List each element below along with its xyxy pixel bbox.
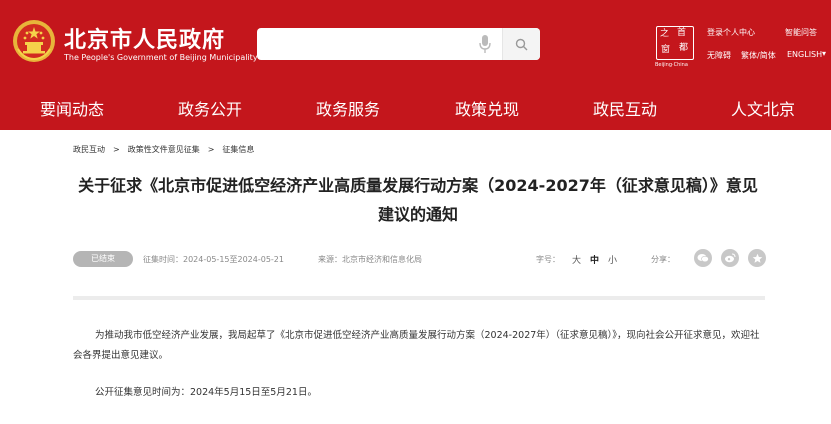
breadcrumb-item-collection-info[interactable]: 征集信息 <box>222 145 254 154</box>
breadcrumb-item-policy-docs[interactable]: 政策性文件意见征集 <box>128 145 200 154</box>
font-size-label: 字号： <box>536 255 560 264</box>
status-badge: 已结束 <box>73 251 133 267</box>
article-source: 来源：北京市经济和信息化局 <box>318 254 422 265</box>
article-title: 关于征求《北京市促进低空经济产业高质量发展行动方案（2024-2027年（征求意… <box>78 176 758 224</box>
collection-period-label: 征集时间： <box>143 255 183 264</box>
english-dropdown-icon[interactable]: ▾ <box>822 49 826 58</box>
font-size-small[interactable]: 小 <box>608 253 617 266</box>
nav-item-culture[interactable]: 人文北京 <box>731 89 795 130</box>
site-subtitle: The People's Government of Beijing Munic… <box>64 53 258 62</box>
content-divider <box>73 296 765 300</box>
trad-simp-link[interactable]: 繁体/简体 <box>741 50 776 61</box>
capital-logo-caption: Beijing·China <box>655 62 688 68</box>
capital-logo-char-3: 都 <box>679 43 689 53</box>
share-label: 分享： <box>651 255 675 264</box>
breadcrumb: 政民互动 > 政策性文件意见征集 > 征集信息 <box>73 144 254 155</box>
collection-period-value: 2024-05-15至2024-05-21 <box>183 255 284 264</box>
search-icon <box>515 38 528 50</box>
nav-item-gov-services[interactable]: 政务服务 <box>316 89 380 130</box>
font-size-large[interactable]: 大 <box>572 253 581 266</box>
collection-period: 征集时间：2024-05-15至2024-05-21 <box>143 254 284 265</box>
breadcrumb-item-interaction[interactable]: 政民互动 <box>73 145 105 154</box>
article-paragraph-2: 公开征集意见时间为：2024年5月15日至5月21日。 <box>95 387 317 398</box>
weibo-icon[interactable] <box>721 249 739 267</box>
search-input[interactable] <box>257 28 467 60</box>
capital-logo-char-1: 之 <box>660 29 670 39</box>
capital-window-logo[interactable]: 之 首 都 窗 <box>656 26 694 60</box>
capital-logo-char-2: 首 <box>677 28 687 38</box>
site-title[interactable]: 北京市人民政府 <box>64 22 225 54</box>
english-link[interactable]: ENGLISH <box>787 50 822 59</box>
capital-logo-char-4: 窗 <box>661 45 671 55</box>
national-emblem-icon[interactable] <box>12 19 56 63</box>
accessible-link[interactable]: 无障碍 <box>707 50 731 61</box>
nav-item-policy[interactable]: 政策兑现 <box>455 89 519 130</box>
smart-qa-link[interactable]: 智能问答 <box>785 27 817 38</box>
nav-item-interaction[interactable]: 政民互动 <box>593 89 657 130</box>
font-size-medium[interactable]: 中 <box>590 253 599 266</box>
article-paragraph-1: 为推动我市低空经济产业发展，我局起草了《北京市促进低空经济产业高质量发展行动方案… <box>73 330 760 361</box>
nav-item-news[interactable]: 要闻动态 <box>40 89 104 130</box>
main-nav: 要闻动态 政务公开 政务服务 政策兑现 政民互动 人文北京 <box>0 89 831 130</box>
article-source-label: 来源： <box>318 255 342 264</box>
star-icon[interactable] <box>748 249 766 267</box>
login-link[interactable]: 登录个人中心 <box>707 27 755 38</box>
microphone-icon[interactable] <box>478 34 492 54</box>
wechat-icon[interactable] <box>694 249 712 267</box>
breadcrumb-separator: > <box>207 145 215 154</box>
article-source-value: 北京市经济和信息化局 <box>342 255 422 264</box>
search-button[interactable] <box>503 28 540 60</box>
breadcrumb-separator: > <box>113 145 120 154</box>
site-header: 北京市人民政府 The People's Government of Beiji… <box>0 0 831 130</box>
nav-item-gov-affairs[interactable]: 政务公开 <box>178 89 242 130</box>
